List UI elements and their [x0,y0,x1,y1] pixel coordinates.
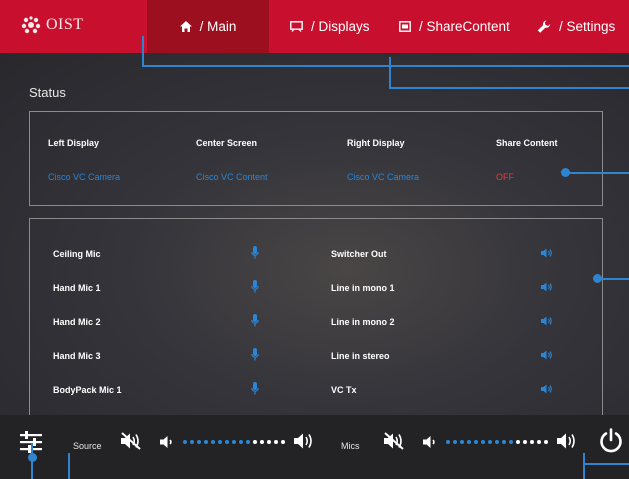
tab-settings-label: / Settings [559,19,616,34]
status-value-left-display: Cisco VC Camera [48,172,121,182]
logo-text: OIST [46,16,84,33]
callout-line [142,65,629,67]
volume-level-dot [453,440,457,444]
speaker-icon[interactable] [541,350,553,360]
volume-level-dot [544,440,548,444]
callout-line [598,278,629,280]
callout-line [142,36,144,66]
microphone-icon[interactable] [251,348,259,361]
volume-level-dot [232,440,236,444]
tab-sharecontent[interactable]: / ShareContent [399,0,510,53]
mics-volume-up-icon[interactable] [556,432,576,450]
volume-level-dot [267,440,271,444]
volume-level-dot [516,440,520,444]
tab-sharecontent-label: / ShareContent [419,19,510,34]
volume-level-dot [488,440,492,444]
volume-level-dot [246,440,250,444]
status-value-center-screen: Cisco VC Content [196,172,268,182]
volume-level-dot [225,440,229,444]
volume-level-dot [502,440,506,444]
speaker-icon[interactable] [541,384,553,394]
callout-line [566,172,629,174]
oist-logo: OIST [20,11,84,39]
callout-line [583,463,629,465]
wrench-icon [537,20,551,33]
speaker-icon[interactable] [541,282,553,292]
mics-volume-down-icon[interactable] [423,435,437,449]
audio-output-label: VC Tx [331,385,357,395]
status-header-share-content: Share Content [496,138,558,148]
source-volume-slider[interactable] [183,440,285,444]
tab-main-label: / Main [199,19,237,34]
status-header-center-screen: Center Screen [196,138,258,148]
audio-input-label: Hand Mic 3 [53,351,101,361]
audio-output-label: Line in mono 2 [331,317,395,327]
mics-mute-icon[interactable] [383,432,405,450]
speaker-icon[interactable] [541,248,553,258]
power-icon[interactable] [598,428,624,454]
share-icon [399,21,411,32]
source-mute-icon[interactable] [120,432,142,450]
speaker-icon[interactable] [541,316,553,326]
microphone-icon[interactable] [251,280,259,293]
volume-level-dot [523,440,527,444]
source-volume-up-icon[interactable] [293,432,313,450]
volume-level-dot [537,440,541,444]
microphone-icon[interactable] [251,246,259,259]
volume-level-dot [481,440,485,444]
volume-level-dot [190,440,194,444]
home-icon [179,21,192,32]
tab-displays[interactable]: / Displays [290,0,370,53]
audio-input-label: Hand Mic 2 [53,317,101,327]
callout-line [583,453,585,479]
audio-input-label: Hand Mic 1 [53,283,101,293]
volume-level-dot [446,440,450,444]
volume-level-dot [495,440,499,444]
status-value-share-content: OFF [496,172,514,182]
tab-settings[interactable]: / Settings [537,0,615,53]
audio-output-label: Line in stereo [331,351,390,361]
tab-main[interactable]: / Main [147,0,269,53]
status-value-right-display: Cisco VC Camera [347,172,420,182]
callout-line [68,453,70,479]
audio-output-label: Switcher Out [331,249,387,259]
mics-label: Mics [341,441,360,451]
callout-line [389,87,629,89]
tab-displays-label: / Displays [311,19,370,34]
volume-level-dot [281,440,285,444]
audio-output-label: Line in mono 1 [331,283,395,293]
volume-level-dot [239,440,243,444]
source-volume-down-icon[interactable] [160,435,174,449]
callout-line [389,57,391,88]
volume-level-dot [274,440,278,444]
source-label: Source [73,441,102,451]
volume-level-dot [204,440,208,444]
audio-input-label: BodyPack Mic 1 [53,385,122,395]
callout-dot [28,453,37,462]
display-icon [290,21,303,32]
status-header-right-display: Right Display [347,138,405,148]
volume-level-dot [260,440,264,444]
mics-volume-slider[interactable] [446,440,548,444]
top-nav-bar: OIST / Main / Displays / ShareContent / … [0,0,629,53]
audio-input-label: Ceiling Mic [53,249,101,259]
microphone-icon[interactable] [251,382,259,395]
volume-level-dot [530,440,534,444]
status-title: Status [29,85,66,100]
volume-level-dot [197,440,201,444]
volume-level-dot [509,440,513,444]
volume-level-dot [218,440,222,444]
oist-emblem-icon [21,16,41,34]
microphone-icon[interactable] [251,314,259,327]
volume-level-dot [253,440,257,444]
volume-level-dot [474,440,478,444]
status-panel [29,111,603,206]
status-header-left-display: Left Display [48,138,100,148]
volume-level-dot [467,440,471,444]
volume-level-dot [183,440,187,444]
volume-level-dot [211,440,215,444]
volume-level-dot [460,440,464,444]
